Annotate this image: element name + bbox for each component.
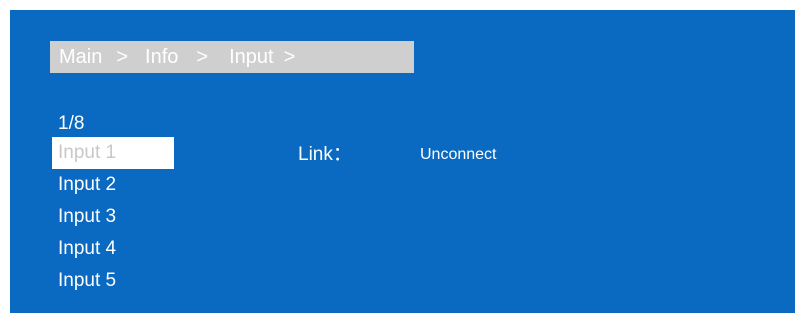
breadcrumb-separator: > [196,45,209,68]
breadcrumb-separator: > [283,45,296,68]
input-list: Input 1 Input 2 Input 3 Input 4 Input 5 [52,137,174,297]
osd-screen: Main > Info > Input > 1/8 Input 1 Input … [10,10,795,313]
breadcrumb-item-input[interactable]: Input [229,46,273,69]
page-indicator: 1/8 [58,113,85,134]
input-list-item-2[interactable]: Input 2 [52,169,174,201]
breadcrumb: Main > Info > Input > [50,41,414,73]
breadcrumb-item-main[interactable]: Main [59,46,102,69]
input-list-item-5[interactable]: Input 5 [52,265,174,297]
input-list-item-1[interactable]: Input 1 [52,137,174,169]
link-label: Link： [298,144,352,165]
input-list-item-4[interactable]: Input 4 [52,233,174,265]
breadcrumb-item-info[interactable]: Info [145,46,178,69]
breadcrumb-separator: > [116,45,129,68]
link-status-value: Unconnect [420,146,497,163]
input-list-item-3[interactable]: Input 3 [52,201,174,233]
